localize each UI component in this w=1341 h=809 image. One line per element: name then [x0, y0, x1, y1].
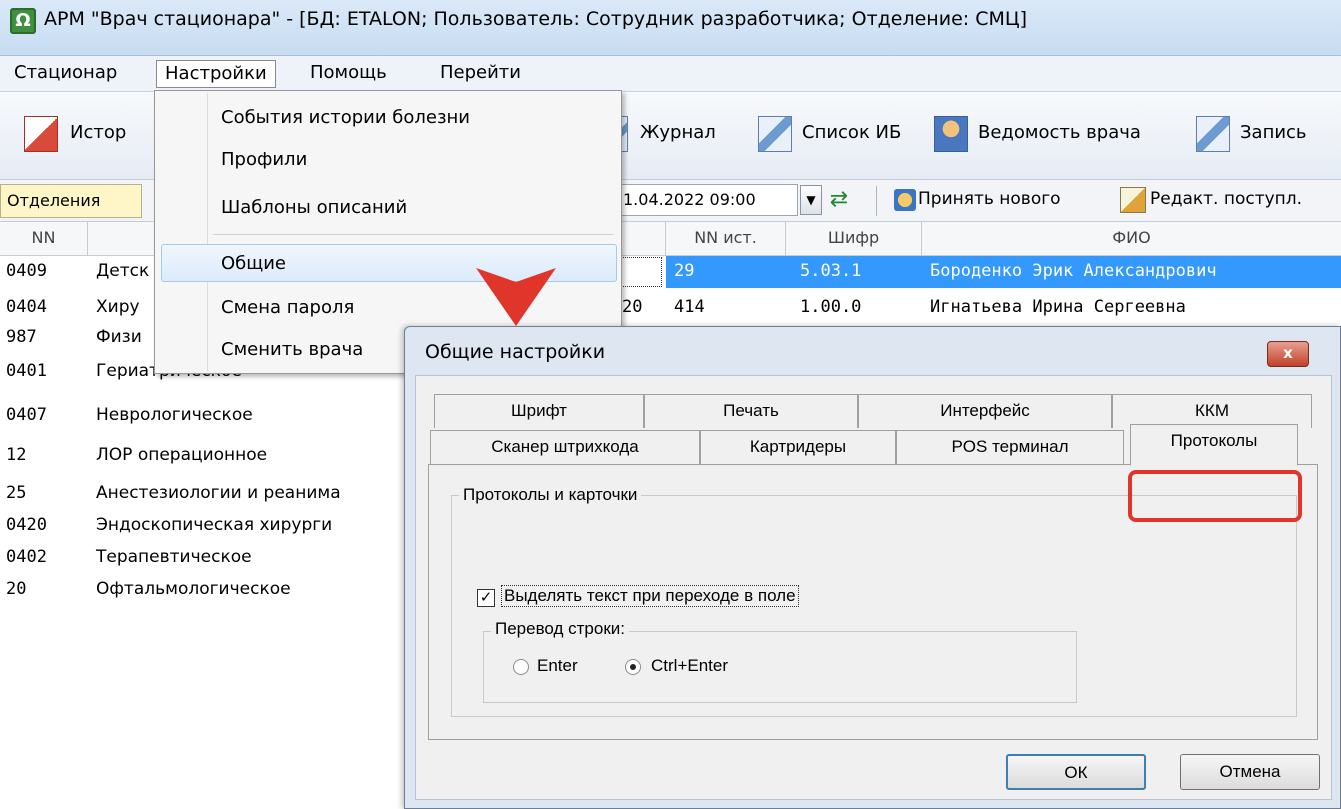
patient-fio: Игнатьева Ирина Сергеевна — [930, 297, 1186, 317]
dept-nn: 12 — [6, 445, 27, 465]
list-item[interactable]: 20 Офтальмологическое — [0, 574, 410, 604]
accept-new-button[interactable]: Принять нового — [918, 189, 1061, 209]
patient-fio: Бороденко Эрик Александрович — [930, 261, 1217, 281]
menu-gutter — [207, 93, 208, 371]
dept-nn: 0409 — [6, 261, 47, 281]
list-item[interactable]: 0407 Неврологическое — [0, 400, 410, 430]
menu-item-change-doctor[interactable]: Сменить врача — [221, 339, 363, 360]
group-protocols-cards-title: Протоколы и карточки — [459, 485, 642, 505]
dialog-body: Шрифт Печать Интерфейс ККМ Сканер штрихк… — [415, 375, 1332, 800]
menu-stacionar[interactable]: Стационар — [6, 60, 125, 88]
menu-item-profiles[interactable]: Профили — [221, 149, 307, 170]
group-line-break-title: Перевод строки: — [491, 619, 629, 639]
col-code[interactable]: Шифр — [786, 222, 922, 256]
menu-separator — [213, 234, 613, 235]
menu-help[interactable]: Помощь — [302, 60, 395, 88]
dialog-title: Общие настройки — [425, 341, 606, 363]
dept-nn: 25 — [6, 483, 27, 503]
list-ib-button[interactable]: Список ИБ — [802, 122, 901, 143]
window-title: АРМ "Врач стационара" - [БД: ETALON; Пол… — [44, 8, 1028, 30]
dept-nn: 0401 — [6, 361, 47, 381]
dept-nn: 20 — [6, 579, 27, 599]
toolbar-separator — [876, 186, 877, 216]
edit-admission-icon[interactable] — [1120, 187, 1146, 213]
cancel-button[interactable]: Отмена — [1180, 754, 1320, 790]
focus-cell — [618, 257, 662, 287]
dept-name: Физи — [96, 327, 142, 347]
col-nn[interactable]: NN — [0, 222, 88, 256]
list-item[interactable]: 25 Анестезиологии и реанима — [0, 478, 410, 508]
history-button[interactable]: Истор — [70, 122, 126, 143]
highlight-frame — [1128, 470, 1302, 522]
dept-nn: 0404 — [6, 297, 47, 317]
tab-font[interactable]: Шрифт — [434, 394, 644, 428]
list-item[interactable]: 12 ЛОР операционное — [0, 440, 410, 470]
departments-tab[interactable]: Отделения — [0, 184, 142, 218]
list-ib-icon[interactable] — [758, 116, 792, 152]
radio-enter[interactable] — [513, 659, 529, 675]
menu-item-change-password[interactable]: Смена пароля — [221, 297, 354, 318]
radio-ctrl-enter-label[interactable]: Ctrl+Enter — [651, 656, 728, 676]
tab-pos-terminal[interactable]: POS терминал — [896, 430, 1124, 464]
tab-barcode-scanner[interactable]: Сканер штрихкода — [430, 430, 700, 464]
accept-new-icon[interactable] — [894, 189, 916, 211]
dept-name: Терапевтическое — [96, 547, 252, 567]
dept-nn: 0420 — [6, 515, 47, 535]
col-nn-src[interactable]: NN ист. — [666, 222, 786, 256]
record-icon[interactable] — [1196, 116, 1230, 152]
app-icon: Ω — [10, 8, 36, 34]
doctor-statement-button[interactable]: Ведомость врача — [978, 122, 1141, 143]
close-icon[interactable]: x — [1267, 341, 1309, 367]
record-button[interactable]: Запись — [1240, 122, 1307, 143]
list-item[interactable]: 0402 Терапевтическое — [0, 542, 410, 572]
dept-name: Неврологическое — [96, 405, 253, 425]
dept-name: Детск — [96, 261, 150, 281]
tab-card-readers[interactable]: Картридеры — [700, 430, 896, 464]
red-arrow-down-icon — [476, 268, 556, 326]
dept-name: Анестезиологии и реанима — [96, 483, 341, 503]
ok-button[interactable]: ОК — [1006, 754, 1146, 790]
edit-admission-button[interactable]: Редакт. поступл. — [1150, 189, 1302, 209]
title-bar: Ω АРМ "Врач стационара" - [БД: ETALON; П… — [0, 0, 1341, 56]
tab-kkm[interactable]: ККМ — [1112, 394, 1312, 428]
patient-code: 1.00.0 — [800, 297, 862, 317]
patient-nn-src: 414 — [674, 297, 705, 317]
history-icon[interactable] — [24, 116, 58, 152]
menu-goto[interactable]: Перейти — [432, 60, 529, 88]
tab-print[interactable]: Печать — [644, 394, 858, 428]
dept-name: Эндоскопическая хирурги — [96, 515, 333, 535]
dept-nn: 987 — [6, 327, 37, 347]
menu-item-description-templates[interactable]: Шаблоны описаний — [221, 197, 407, 218]
doctor-statement-icon[interactable] — [934, 116, 968, 152]
radio-enter-label[interactable]: Enter — [537, 656, 578, 676]
patient-code: 5.03.1 — [800, 261, 862, 281]
radio-ctrl-enter[interactable] — [625, 659, 641, 675]
journal-button[interactable]: Журнал — [640, 122, 716, 143]
patient-nn-src: 29 — [674, 261, 695, 281]
dept-name: Офтальмологическое — [96, 579, 291, 599]
refresh-icon[interactable]: ⇄ — [826, 187, 852, 213]
dept-name: ЛОР операционное — [96, 445, 268, 465]
tab-interface[interactable]: Интерфейс — [858, 394, 1112, 428]
list-item[interactable]: 0420 Эндоскопическая хирурги — [0, 510, 410, 540]
col-fio[interactable]: ФИО — [922, 222, 1341, 256]
dept-nn: 0407 — [6, 405, 47, 425]
menu-bar: Стационар Настройки Помощь Перейти — [0, 56, 1341, 92]
chevron-down-icon[interactable]: ▼ — [800, 185, 822, 215]
patient-prefix: 20 — [622, 297, 643, 317]
select-text-checkbox[interactable]: ✓ — [477, 589, 495, 607]
select-text-checkbox-label[interactable]: Выделять текст при переходе в поле — [501, 585, 799, 607]
tab-protocols[interactable]: Протоколы — [1130, 424, 1298, 466]
settings-dialog: Общие настройки x Шрифт Печать Интерфейс… — [404, 326, 1341, 809]
menu-settings[interactable]: Настройки — [156, 60, 276, 88]
dept-name: Хиру — [96, 297, 140, 317]
menu-item-general[interactable]: Общие — [221, 253, 286, 274]
menu-item-history-events[interactable]: События истории болезни — [221, 107, 470, 128]
dept-nn: 0402 — [6, 547, 47, 567]
